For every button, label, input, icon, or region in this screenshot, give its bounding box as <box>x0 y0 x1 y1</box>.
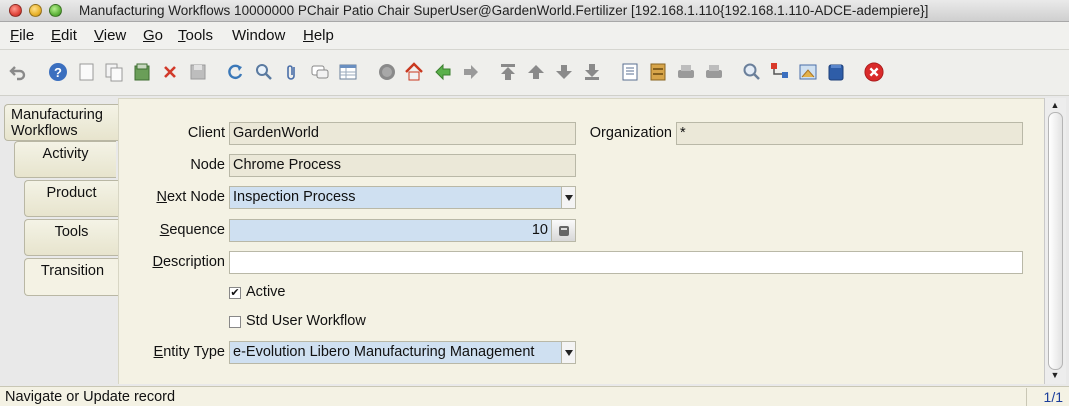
copy-record-icon[interactable] <box>104 62 124 82</box>
next-node-label: Next Node <box>156 189 225 205</box>
calculator-button[interactable] <box>551 220 575 241</box>
record-count[interactable]: 1/1 <box>1026 388 1067 406</box>
std-user-workflow-checkbox[interactable] <box>229 316 241 328</box>
client-label: Client <box>187 125 225 141</box>
record-form-panel: Client GardenWorld Organization * Node C… <box>118 98 1044 384</box>
last-record-icon[interactable] <box>582 62 602 82</box>
scroll-up-icon[interactable]: ▲ <box>1049 100 1061 110</box>
menu-help[interactable]: Help <box>303 27 334 44</box>
toolbar: ? <box>0 50 1069 96</box>
tab-activity[interactable]: Activity <box>14 141 116 178</box>
home-icon[interactable] <box>404 62 424 82</box>
node-label: Node <box>190 157 225 173</box>
calculator-icon <box>558 225 569 236</box>
close-window-button[interactable] <box>9 4 22 17</box>
next-node-dropdown-button[interactable] <box>561 187 575 208</box>
node-field[interactable]: Chrome Process <box>229 154 576 177</box>
new-record-icon[interactable] <box>77 62 97 82</box>
chevron-down-icon <box>564 194 573 201</box>
next-node-value: Inspection Process <box>233 189 356 205</box>
title-bar: Manufacturing Workflows 10000000 PChair … <box>0 0 1069 22</box>
vertical-scrollbar[interactable]: ▲ ▼ <box>1044 98 1066 384</box>
menu-window[interactable]: Window <box>232 27 285 44</box>
status-bar: Navigate or Update record 1/1 <box>0 386 1069 406</box>
entity-type-select[interactable]: e-Evolution Libero Manufacturing Managem… <box>229 341 576 364</box>
organization-label: Organization <box>589 125 672 141</box>
scroll-down-icon[interactable]: ▼ <box>1049 370 1061 380</box>
product-info-icon[interactable] <box>826 62 846 82</box>
tab-strip: Manufacturing Workflows Activity Product… <box>0 96 120 386</box>
active-checkbox[interactable]: ✔ <box>229 287 241 299</box>
attachment-icon[interactable] <box>282 62 302 82</box>
active-workflows-icon[interactable] <box>770 62 790 82</box>
menu-tools[interactable]: Tools <box>178 27 213 44</box>
menu-view[interactable]: View <box>94 27 126 44</box>
minimize-window-button[interactable] <box>29 4 42 17</box>
forward-icon[interactable] <box>461 62 481 82</box>
report-icon[interactable] <box>620 62 640 82</box>
sequence-field[interactable]: 10 <box>229 219 576 242</box>
entity-type-dropdown-button[interactable] <box>561 342 575 363</box>
status-message: Navigate or Update record <box>5 389 176 405</box>
zoom-across-icon[interactable] <box>742 62 762 82</box>
next-node-select[interactable]: Inspection Process <box>229 186 576 209</box>
std-user-workflow-label: Std User Workflow <box>246 313 366 329</box>
description-label: Description <box>152 254 225 270</box>
tab-manufacturing-workflows[interactable]: Manufacturing Workflows <box>4 104 118 141</box>
delete-icon[interactable] <box>160 62 180 82</box>
archive-icon[interactable] <box>648 62 668 82</box>
menu-go[interactable]: Go <box>143 27 163 44</box>
sequence-value: 10 <box>531 222 548 238</box>
find-icon[interactable] <box>254 62 274 82</box>
chat-icon[interactable] <box>310 62 330 82</box>
undo-icon[interactable] <box>8 62 28 82</box>
entity-type-value: e-Evolution Libero Manufacturing Managem… <box>233 344 535 360</box>
menu-file[interactable]: File <box>10 27 34 44</box>
tab-tools[interactable]: Tools <box>24 219 118 256</box>
save-disabled-icon[interactable] <box>188 62 208 82</box>
tab-transition[interactable]: Transition <box>24 258 120 296</box>
history-icon[interactable] <box>377 62 397 82</box>
sequence-label: Sequence <box>159 222 225 238</box>
previous-record-icon[interactable] <box>526 62 546 82</box>
entity-type-label: Entity Type <box>153 344 225 360</box>
menu-bar: File Edit View Go Tools Window Help <box>0 22 1069 50</box>
menu-edit[interactable]: Edit <box>51 27 77 44</box>
print-icon[interactable] <box>704 62 724 82</box>
zoom-window-button[interactable] <box>49 4 62 17</box>
exit-icon[interactable] <box>864 62 884 82</box>
first-record-icon[interactable] <box>498 62 518 82</box>
refresh-icon[interactable] <box>225 62 245 82</box>
save-icon[interactable] <box>132 62 152 82</box>
back-icon[interactable] <box>433 62 453 82</box>
tab-product[interactable]: Product <box>24 180 118 217</box>
scroll-thumb[interactable] <box>1048 112 1063 370</box>
svg-text:?: ? <box>54 65 62 80</box>
print-preview-icon[interactable] <box>676 62 696 82</box>
help-icon[interactable]: ? <box>48 62 68 82</box>
active-label: Active <box>246 284 286 300</box>
grid-toggle-icon[interactable] <box>338 62 358 82</box>
requests-icon[interactable] <box>798 62 818 82</box>
description-field[interactable] <box>229 251 1023 274</box>
organization-field[interactable]: * <box>676 122 1023 145</box>
window-title: Manufacturing Workflows 10000000 PChair … <box>79 3 929 18</box>
next-record-icon[interactable] <box>554 62 574 82</box>
chevron-down-icon <box>564 349 573 356</box>
client-field[interactable]: GardenWorld <box>229 122 576 145</box>
